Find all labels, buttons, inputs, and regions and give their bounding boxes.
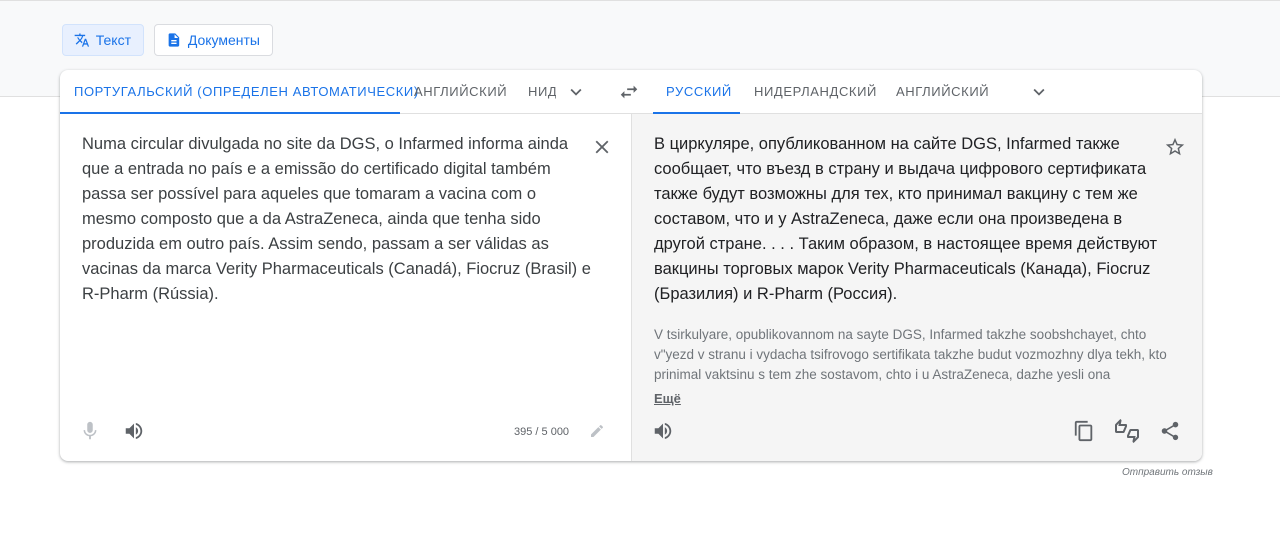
swap-icon [620, 85, 638, 99]
transliteration-text: V tsirkulyare, opublikovannom na sayte D… [654, 327, 1167, 382]
swap-languages-button[interactable] [616, 79, 642, 105]
language-bar: Португальский (определен автоматически) … [60, 70, 1202, 114]
chevron-down-icon [1033, 88, 1045, 96]
source-lang-dutch[interactable]: Нид [528, 70, 556, 114]
send-feedback-link[interactable]: Отправить отзыв [1122, 467, 1213, 478]
pencil-icon [591, 424, 604, 437]
source-lang-more-button[interactable] [564, 80, 588, 104]
source-text-input[interactable]: Numa circular divulgada no site da DGS, … [82, 132, 592, 307]
documents-mode-label: Документы [187, 32, 260, 48]
document-icon [168, 33, 180, 47]
translation-text: В циркуляре, опубликованном на сайте DGS… [654, 135, 1158, 303]
text-mode-button[interactable]: Текст [62, 24, 144, 56]
copy-icon [1074, 420, 1093, 442]
clear-source-button[interactable] [590, 135, 614, 159]
target-lang-english[interactable]: Английский [896, 70, 989, 114]
show-more-link[interactable]: Ещё [654, 391, 681, 406]
close-icon [595, 140, 609, 154]
documents-mode-button[interactable]: Документы [154, 24, 273, 56]
chevron-down-icon [570, 88, 582, 96]
listen-source-button[interactable] [122, 419, 146, 443]
rate-translation-button[interactable] [1115, 419, 1139, 443]
translate-icon [74, 33, 90, 47]
character-counter: 395 / 5 000 [514, 426, 570, 438]
listen-translation-button[interactable] [651, 419, 675, 443]
handwriting-button[interactable] [587, 421, 607, 441]
speaker-icon [654, 422, 672, 440]
share-icon [1161, 421, 1179, 441]
save-translation-button[interactable] [1163, 135, 1187, 159]
star-icon [1165, 137, 1185, 156]
speaker-icon [125, 422, 143, 440]
target-lang-more-button[interactable] [1027, 80, 1051, 104]
translator-card: Португальский (определен автоматически) … [60, 70, 1202, 461]
target-lang-dutch[interactable]: Нидерландский [754, 70, 877, 114]
target-lang-russian[interactable]: Русский [653, 70, 740, 114]
thumbs-up-down-icon [1115, 419, 1139, 443]
voice-input-button[interactable] [79, 419, 101, 443]
source-lang-english[interactable]: Английский [414, 70, 507, 114]
text-mode-label: Текст [95, 32, 131, 48]
source-lang-detected[interactable]: Португальский (определен автоматически) [60, 70, 418, 114]
microphone-icon [83, 421, 97, 440]
copy-translation-button[interactable] [1072, 419, 1096, 443]
share-translation-button[interactable] [1158, 419, 1182, 443]
translation-pane: В циркуляре, опубликованном на сайте DGS… [631, 114, 1202, 461]
